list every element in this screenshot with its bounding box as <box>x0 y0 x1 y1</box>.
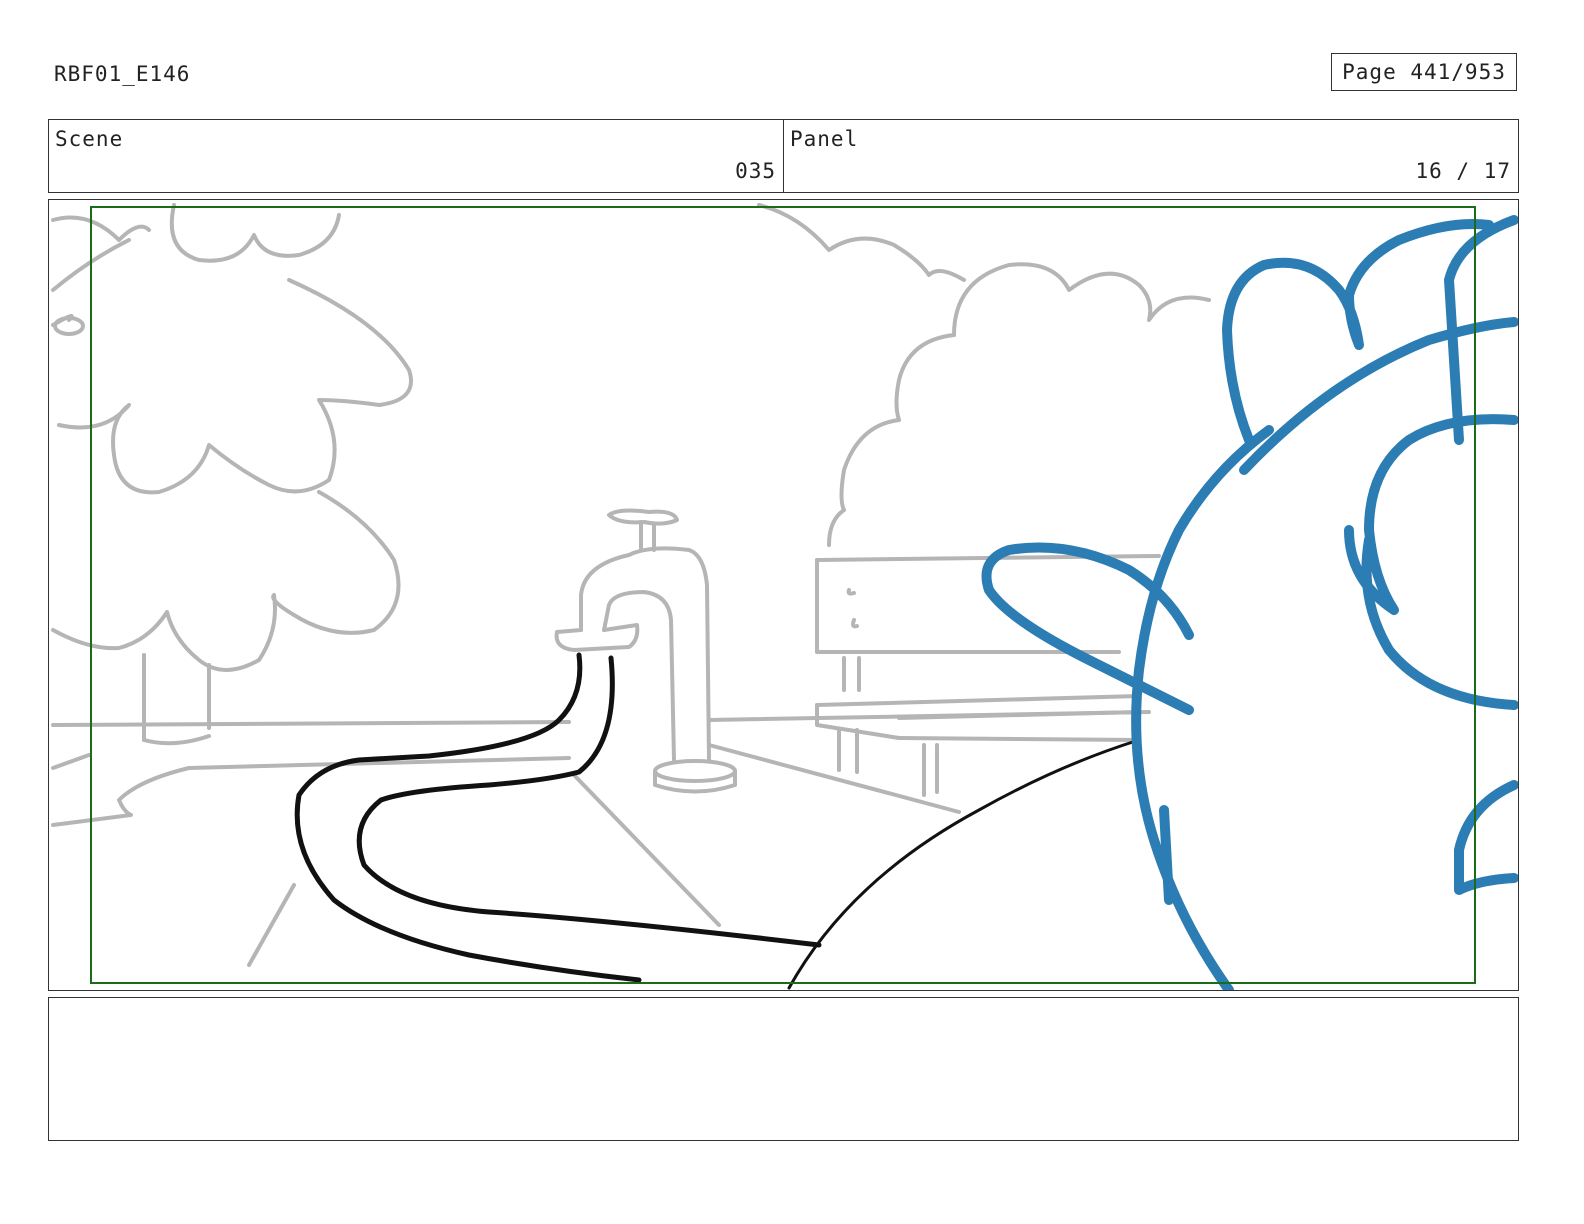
safe-area-guide <box>90 206 1476 984</box>
scene-cell: Scene 035 <box>49 120 783 192</box>
page-number-box: Page 441/953 <box>1331 53 1517 91</box>
document-id: RBF01_E146 <box>54 62 191 86</box>
storyboard-frame <box>48 199 1519 991</box>
storyboard-sketch <box>51 203 1518 990</box>
character-sketch <box>981 215 1518 990</box>
scene-panel-header: Scene 035 Panel 16 / 17 <box>48 119 1519 193</box>
notes-box <box>48 997 1519 1141</box>
background-sketch <box>51 203 1211 967</box>
hose-ink <box>294 652 1141 990</box>
panel-cell: Panel 16 / 17 <box>783 120 1518 192</box>
panel-label: Panel <box>790 127 859 151</box>
panel-number: 16 / 17 <box>1415 159 1511 183</box>
scene-label: Scene <box>55 127 124 151</box>
scene-number: 035 <box>735 159 776 183</box>
